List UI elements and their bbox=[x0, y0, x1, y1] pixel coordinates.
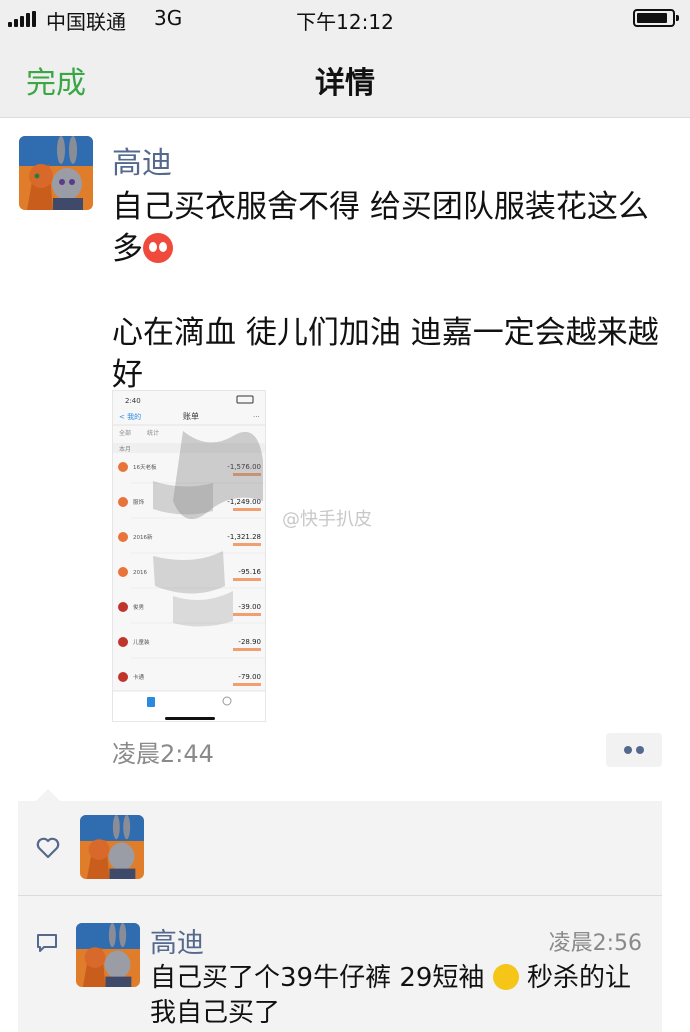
thumb-row-icon bbox=[118, 602, 128, 612]
thumb-row-label: 俊男 bbox=[133, 603, 144, 611]
comment-text: 自己买了个39牛仔裤 29短袖 秒杀的让我自己买了 bbox=[150, 961, 656, 1031]
thumb-section: 本月 bbox=[119, 445, 131, 453]
thumb-row-status bbox=[233, 578, 261, 581]
dot-icon bbox=[624, 746, 632, 754]
post-author-name[interactable]: 高迪 bbox=[112, 138, 172, 182]
comment-author-name[interactable]: 高迪 bbox=[150, 921, 204, 960]
thumb-row-label: 2016 bbox=[133, 570, 147, 576]
svg-text:···: ··· bbox=[253, 413, 260, 421]
thumb-row-icon bbox=[118, 567, 128, 577]
post-text: 自己买衣服舍不得 给买团队服装花这么多 心在滴血 徒儿们加油 迪嘉一定会越来越好 bbox=[112, 186, 672, 396]
thumb-filter-right: 统计 bbox=[147, 429, 159, 437]
thumb-row-amount: -95.16 bbox=[238, 568, 261, 576]
comment-icon bbox=[37, 934, 57, 952]
flushed-face-emoji-icon bbox=[143, 233, 173, 263]
thumb-row-status bbox=[233, 648, 261, 651]
bill-screenshot-thumbnail: 2:40 < 我的 账单 ··· 全部 统计 本月 16天老板 -1,576.00… bbox=[113, 391, 265, 721]
post-image[interactable]: 2:40 < 我的 账单 ··· 全部 统计 本月 16天老板 -1,576.00… bbox=[112, 390, 266, 722]
nav-bar: 完成 详情 bbox=[0, 38, 690, 118]
author-avatar[interactable] bbox=[19, 136, 93, 210]
thumb-row-status bbox=[233, 543, 261, 546]
thumb-row-label: 儿童装 bbox=[133, 638, 150, 646]
thumb-time: 2:40 bbox=[125, 397, 141, 405]
likes-comments-panel: 高迪 凌晨2:56 自己买了个39牛仔裤 29短袖 秒杀的让我自己买了 bbox=[18, 801, 662, 1032]
thumb-row-icon bbox=[118, 532, 128, 542]
thumb-row-icon bbox=[118, 672, 128, 682]
thumb-row-icon bbox=[118, 497, 128, 507]
more-actions-button[interactable] bbox=[606, 733, 662, 767]
thumb-row-status bbox=[233, 613, 261, 616]
dot-icon bbox=[636, 746, 644, 754]
comment-time: 凌晨2:56 bbox=[548, 931, 642, 956]
thumb-row-status bbox=[233, 683, 261, 686]
thumb-row-label: 16天老板 bbox=[133, 463, 157, 471]
thumb-back: < 我的 bbox=[119, 412, 141, 421]
watermark: @快手扒皮 bbox=[282, 509, 372, 530]
thumb-row-label: 服饰 bbox=[133, 498, 145, 506]
thumb-row-icon bbox=[118, 637, 128, 647]
comment-text-part: 自己买了个39牛仔裤 29短袖 bbox=[150, 963, 493, 993]
comment-pointer bbox=[36, 789, 60, 801]
thumb-row-amount: -1,249.00 bbox=[227, 498, 261, 506]
thumb-title: 账单 bbox=[183, 411, 199, 421]
thumb-row-icon bbox=[118, 462, 128, 472]
like-avatar[interactable] bbox=[80, 815, 144, 879]
heart-icon bbox=[36, 837, 60, 859]
status-bar: 中国联通 3G 下午12:12 bbox=[0, 0, 690, 38]
thumb-row-status bbox=[233, 508, 261, 511]
post-time: 凌晨2:44 bbox=[112, 740, 214, 768]
thumb-row-amount: -79.00 bbox=[238, 673, 261, 681]
thinking-face-emoji-icon bbox=[492, 964, 519, 990]
thumb-row-amount: -28.90 bbox=[238, 638, 261, 646]
page-title: 详情 bbox=[315, 66, 375, 101]
thumb-row-amount: -39.00 bbox=[238, 603, 261, 611]
commenter-avatar[interactable] bbox=[76, 923, 140, 987]
thumb-filter-left: 全部 bbox=[119, 429, 131, 437]
thumb-row-amount: -1,321.28 bbox=[227, 533, 261, 541]
clock: 下午12:12 bbox=[296, 10, 394, 34]
thumb-row-label: 卡通 bbox=[133, 673, 145, 681]
post-text-line: 自己买衣服舍不得 给买团队服装花这么多 bbox=[112, 189, 649, 267]
post-text-line: 心在滴血 徒儿们加油 迪嘉一定会越来越好 bbox=[112, 315, 659, 393]
battery-icon bbox=[633, 9, 679, 27]
divider bbox=[18, 895, 662, 896]
thumb-row-label: 2016新 bbox=[133, 533, 153, 541]
